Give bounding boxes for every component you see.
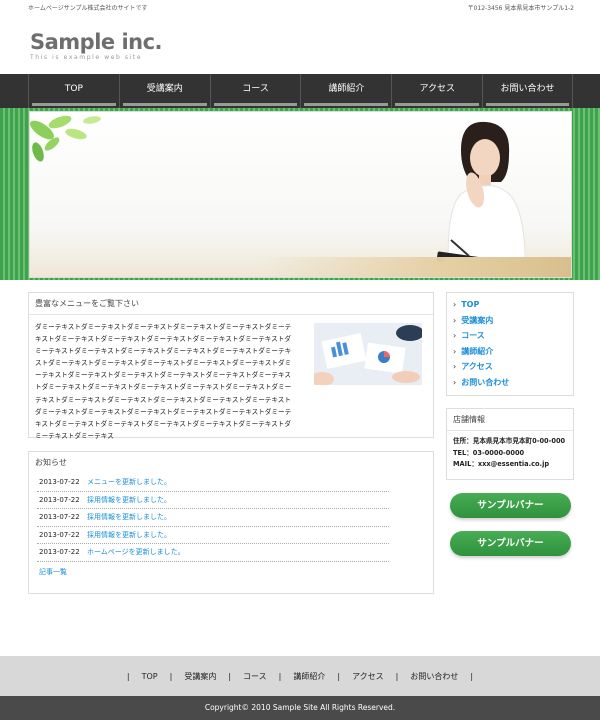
gnav-item-instructors[interactable]: 講師紹介 [300,74,391,108]
side-nav-item-contact[interactable]: › お問い合わせ [453,375,573,391]
main-body-text: ダミーテキストダミーテキストダミーテキストダミーテキストダミーテキストダミーテキ… [35,323,292,440]
news-item: 2013-07-22 採用情報を更新しました。 [37,527,389,544]
side-nav-item-instructors[interactable]: › 講師紹介 [453,344,573,360]
shop-details: 住所：見本県見本市見本町0-00-000 TEL：03-0000-0000 MA… [447,431,573,471]
shop-info-box: 店舗情報 住所：見本県見本市見本町0-00-000 TEL：03-0000-00… [446,408,574,480]
side-nav-label: お問い合わせ [461,377,510,387]
site-logo[interactable]: Sample inc. This is example web site [30,30,163,61]
side-nav-label: コース [461,331,485,340]
copyright: Copyright© 2010 Sample Site All Rights R… [0,696,600,720]
header-address: 〒012-3456 見本県見本市サンプル1-2 [467,5,574,12]
chevron-right-icon: › [453,315,457,325]
desk [260,257,571,277]
side-nav-label: 受講案内 [461,315,494,325]
side-nav: › TOP › 受講案内 › コース › 講師紹介 › アクセス › お問い合わせ [446,292,574,396]
footer-separator: | [228,671,232,681]
global-nav: TOP 受講案内 コース 講師紹介 アクセス お問い合わせ [0,74,600,108]
footer-link-instructors[interactable]: 講師紹介 [287,671,331,682]
gnav-item-course[interactable]: コース [209,74,301,108]
top-bar: ホームページサンプル株式会社のサイトです 〒012-3456 見本県見本市サンプ… [0,0,600,14]
news-item: 2013-07-22 メニューを更新しました。 [37,474,389,492]
main-content-box: 豊富なメニューをご覧下さい ダミーテキストダミーテキストダミーテキストダミーテキ… [28,292,434,440]
footer-link-top[interactable]: TOP [136,672,164,681]
footer-nav: | TOP | 受講案内 | コース | 講師紹介 | アクセス | お問い合わ… [0,656,600,696]
footer-separator: | [395,671,399,681]
news-archive-link[interactable]: 記事一覧 [39,567,67,577]
chevron-right-icon: › [453,331,457,340]
gnav-item-top[interactable]: TOP [28,74,119,108]
footer-link-contact[interactable]: お問い合わせ [404,671,464,682]
side-nav-label: アクセス [461,362,493,371]
news-date: 2013-07-22 [39,530,80,539]
chevron-right-icon: › [453,377,457,387]
news-date: 2013-07-22 [39,478,80,486]
shop-tel: TEL：03-0000-0000 [453,448,525,457]
side-nav-item-top[interactable]: › TOP [453,297,573,313]
news-date: 2013-07-22 [39,495,80,504]
news-item: 2013-07-22 ホームページを更新しました。 [37,544,389,562]
logo-subtitle: This is example web site [30,54,143,61]
shop-heading: 店舗情報 [447,409,573,431]
gnav-item-contact[interactable]: お問い合わせ [482,74,573,108]
footer-link-courses-info[interactable]: 受講案内 [178,671,222,682]
woman-photo [436,121,526,277]
news-heading: お知らせ [35,458,67,467]
chevron-right-icon: › [453,300,457,309]
chevron-right-icon: › [453,362,457,371]
news-link[interactable]: メニューを更新しました。 [87,474,171,491]
meeting-photo [314,323,422,385]
hero-banner [0,108,600,280]
gnav-item-courses-info[interactable]: 受講案内 [118,74,210,108]
sample-banner-2[interactable]: サンプルバナー [450,531,571,556]
side-nav-label: TOP [461,300,480,309]
side-nav-item-course[interactable]: › コース [453,328,573,344]
news-link[interactable]: 採用情報を更新しました。 [87,509,171,526]
news-link[interactable]: ホームページを更新しました。 [87,544,185,561]
news-date: 2013-07-22 [39,513,80,521]
logo-name: Sample inc. [30,30,163,54]
side-nav-label: 講師紹介 [461,346,494,356]
news-item: 2013-07-22 採用情報を更新しました。 [37,509,389,527]
news-item: 2013-07-22 採用情報を更新しました。 [37,492,389,509]
footer-link-access[interactable]: アクセス [346,671,390,682]
footer-separator: | [169,671,173,681]
leaves-illustration [30,115,101,162]
footer-separator: | [337,671,341,681]
sample-banner-1[interactable]: サンプルバナー [450,493,571,518]
footer-separator: | [470,671,474,681]
news-list: 2013-07-22 メニューを更新しました。 2013-07-22 採用情報を… [37,474,389,562]
news-link[interactable]: 採用情報を更新しました。 [87,492,171,509]
gnav-item-access[interactable]: アクセス [391,74,482,108]
footer-separator: | [278,671,282,681]
news-link[interactable]: 採用情報を更新しました。 [87,527,171,544]
shop-address: 住所：見本県見本市見本町0-00-000 [453,437,566,445]
news-date: 2013-07-22 [39,548,80,556]
footer-link-course[interactable]: コース [237,671,273,682]
side-nav-item-courses-info[interactable]: › 受講案内 [453,313,573,329]
shop-mail: MAIL：xxx@essentia.co.jp [453,460,550,468]
footer-separator: | [126,671,130,681]
site-tagline: ホームページサンプル株式会社のサイトです [28,5,148,12]
news-box: お知らせ 2013-07-22 メニューを更新しました。 2013-07-22 … [28,451,434,594]
chevron-right-icon: › [453,346,457,356]
hero-image [29,111,572,278]
side-nav-item-access[interactable]: › アクセス [453,359,573,375]
main-heading: 豊富なメニューをご覧下さい [29,293,433,315]
